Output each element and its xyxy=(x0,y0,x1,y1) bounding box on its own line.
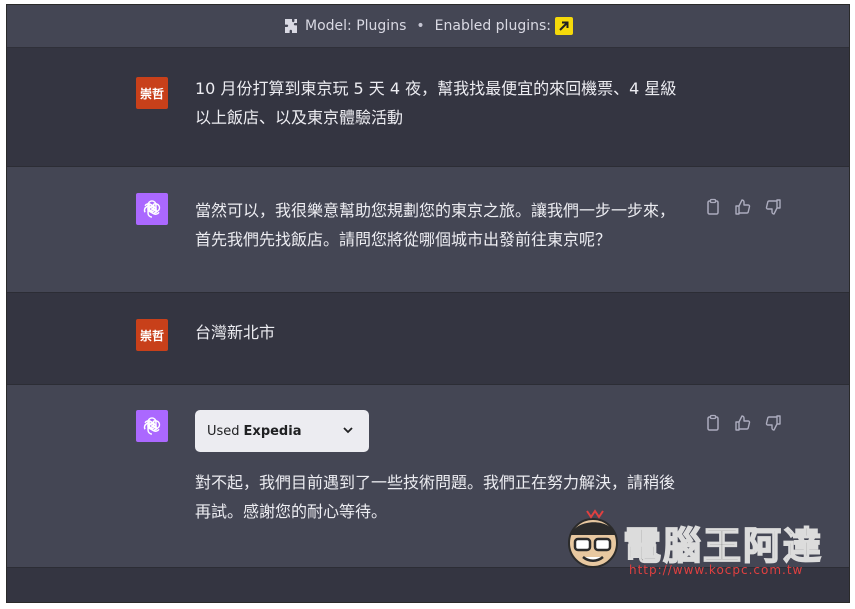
thumbs-down-icon[interactable] xyxy=(764,198,782,216)
model-header: Model: Plugins • Enabled plugins: xyxy=(7,5,849,48)
mascot-icon xyxy=(568,509,618,568)
message-row-user-2: 崇哲 台灣新北市 xyxy=(7,293,849,385)
thumbs-down-icon[interactable] xyxy=(764,414,782,432)
user-avatar: 崇哲 xyxy=(136,77,168,109)
chat-window: Model: Plugins • Enabled plugins: 崇哲 10 … xyxy=(6,4,850,603)
thumbs-up-icon[interactable] xyxy=(734,414,752,432)
puzzle-icon xyxy=(283,18,299,34)
clipboard-icon[interactable] xyxy=(704,414,722,432)
enabled-plugins-label: Enabled plugins: xyxy=(434,18,551,34)
chevron-down-icon xyxy=(341,423,355,437)
expedia-plugin-badge[interactable] xyxy=(554,17,573,35)
assistant-avatar xyxy=(136,193,168,225)
model-label: Model: Plugins xyxy=(305,18,407,34)
assistant-avatar xyxy=(136,410,168,442)
used-plugin-dropdown[interactable]: Used Expedia xyxy=(195,410,369,452)
user-message-text: 10 月份打算到東京玩 5 天 4 夜，幫我找最便宜的來回機票、4 星級以上飯店… xyxy=(195,79,677,127)
watermark-text: 電腦王阿達 xyxy=(622,523,824,569)
clipboard-icon[interactable] xyxy=(704,198,722,216)
thumbs-up-icon[interactable] xyxy=(734,198,752,216)
watermark-url: http://www.kocpc.com.tw xyxy=(629,563,804,577)
message-actions xyxy=(704,198,782,216)
watermark-logo: 電腦王阿達 http://www.kocpc.com.tw xyxy=(563,505,833,585)
openai-logo-icon xyxy=(143,200,161,218)
used-plugin-prefix: Used xyxy=(207,423,240,439)
user-message-text: 台灣新北市 xyxy=(195,323,276,342)
message-row-assistant-1: 當然可以，我很樂意幫助您規劃您的東京之旅。讓我們一步一步來，首先我們先找飯店。請… xyxy=(7,167,849,293)
openai-logo-icon xyxy=(143,417,161,435)
arrow-up-right-icon xyxy=(559,21,569,31)
message-actions xyxy=(704,414,782,432)
header-separator: • xyxy=(416,18,425,34)
message-row-user-1: 崇哲 10 月份打算到東京玩 5 天 4 夜，幫我找最便宜的來回機票、4 星級以… xyxy=(7,48,849,167)
assistant-message-text: 當然可以，我很樂意幫助您規劃您的東京之旅。讓我們一步一步來，首先我們先找飯店。請… xyxy=(195,201,676,249)
user-avatar: 崇哲 xyxy=(136,319,168,351)
used-plugin-name: Expedia xyxy=(243,423,302,439)
